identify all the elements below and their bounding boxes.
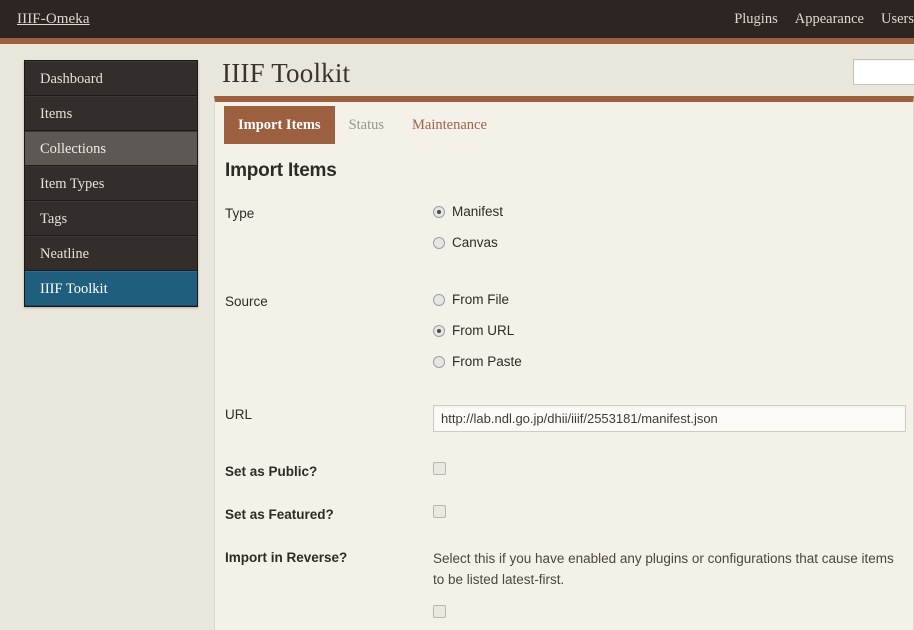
sidebar-item-item-types[interactable]: Item Types <box>25 166 197 201</box>
top-nav-item-users[interactable]: Users <box>881 11 914 28</box>
checkbox-set-featured[interactable] <box>433 505 446 518</box>
field-label-import-reverse: Import in Reverse? <box>225 550 348 565</box>
url-input[interactable] <box>433 405 906 432</box>
radio-option-manifest[interactable]: Manifest <box>433 204 913 219</box>
field-label-source: Source <box>225 294 268 309</box>
field-url: URL <box>225 405 913 432</box>
content-panel: Import Items Status Maintenance Import I… <box>214 96 914 630</box>
tab-status[interactable]: Status <box>335 106 398 144</box>
tab-maintenance[interactable]: Maintenance <box>398 106 501 144</box>
radio-icon-from-file[interactable] <box>433 293 445 306</box>
field-control-import-reverse: Select this if you have enabled any plug… <box>433 548 913 618</box>
field-set-public: Set as Public? <box>225 462 913 479</box>
sidebar-item-neatline[interactable]: Neatline <box>25 236 197 271</box>
main-content: IIIF Toolkit Import Items Status Mainten… <box>214 44 914 630</box>
radio-label-from-file: From File <box>452 292 509 307</box>
tab-import-items[interactable]: Import Items <box>224 106 335 144</box>
sidebar-item-tags[interactable]: Tags <box>25 201 197 236</box>
checkbox-set-public[interactable] <box>433 462 446 475</box>
radio-option-from-file[interactable]: From File <box>433 292 913 307</box>
tab-bar: Import Items Status Maintenance <box>215 102 913 144</box>
radio-label-from-url: From URL <box>452 323 515 338</box>
field-control-type: Manifest Canvas <box>433 204 913 266</box>
radio-icon-from-paste[interactable] <box>433 355 445 368</box>
admin-sidebar: Dashboard Items Collections Item Types T… <box>24 60 198 307</box>
top-nav-item-plugins[interactable]: Plugins <box>734 11 778 28</box>
top-nav: Plugins Appearance Users <box>734 11 914 28</box>
field-import-reverse: Import in Reverse? Select this if you ha… <box>225 548 913 618</box>
field-source: Source From File From URL From Paste <box>225 292 913 385</box>
field-control-set-featured <box>433 505 913 518</box>
radio-icon-from-url[interactable] <box>433 324 445 337</box>
radio-label-manifest: Manifest <box>452 204 504 219</box>
page-body: Dashboard Items Collections Item Types T… <box>0 44 914 630</box>
field-label-set-featured: Set as Featured? <box>225 507 334 522</box>
radio-label-from-paste: From Paste <box>452 354 522 369</box>
field-control-source: From File From URL From Paste <box>433 292 913 385</box>
radio-option-from-paste[interactable]: From Paste <box>433 354 913 369</box>
field-set-featured: Set as Featured? <box>225 505 913 522</box>
site-brand-link[interactable]: IIIF-Omeka <box>0 11 90 28</box>
page-title: IIIF Toolkit <box>222 58 351 88</box>
sidebar-item-iiif-toolkit[interactable]: IIIF Toolkit <box>25 271 197 306</box>
sidebar-item-items[interactable]: Items <box>25 96 197 131</box>
search-input[interactable] <box>853 59 914 85</box>
sidebar-item-dashboard[interactable]: Dashboard <box>25 61 197 96</box>
sidebar-item-collections[interactable]: Collections <box>25 131 197 166</box>
checkbox-import-reverse[interactable] <box>433 605 446 618</box>
radio-option-canvas[interactable]: Canvas <box>433 235 913 250</box>
radio-icon-manifest[interactable] <box>433 205 445 218</box>
top-bar: IIIF-Omeka Plugins Appearance Users <box>0 0 914 38</box>
field-label-url: URL <box>225 407 253 422</box>
field-type: Type Manifest Canvas <box>225 204 913 266</box>
field-control-set-public <box>433 462 913 475</box>
radio-option-from-url[interactable]: From URL <box>433 323 913 338</box>
field-label-type: Type <box>225 206 255 221</box>
radio-icon-canvas[interactable] <box>433 236 445 249</box>
import-form: Import Items Type Manifest Canvas Source… <box>215 144 913 618</box>
top-nav-item-appearance[interactable]: Appearance <box>795 11 864 28</box>
radio-label-canvas: Canvas <box>452 235 498 250</box>
field-label-set-public: Set as Public? <box>225 464 318 479</box>
help-text-import-reverse: Select this if you have enabled any plug… <box>433 551 894 587</box>
field-control-url <box>433 405 913 432</box>
section-title: Import Items <box>225 160 337 181</box>
